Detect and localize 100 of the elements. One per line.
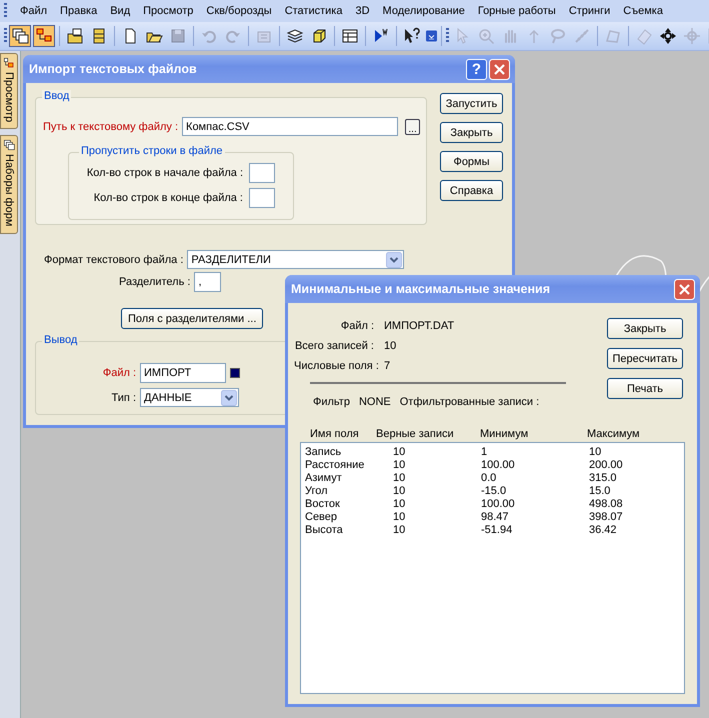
- grip-handle[interactable]: [446, 28, 449, 44]
- table-cell-text: Запись: [305, 446, 342, 459]
- info-value: 7: [384, 360, 392, 372]
- help-button[interactable]: ?: [466, 58, 487, 80]
- window-title: Импорт текстовых файлов: [29, 62, 197, 76]
- group-title: Пропустить строки в файле: [79, 145, 225, 157]
- dialog-button[interactable]: Формы: [440, 151, 503, 172]
- table-cell-text: 10: [393, 498, 406, 511]
- table-cell-text: 100.00: [481, 459, 516, 472]
- dialog-button[interactable]: Закрыть: [440, 122, 503, 143]
- table-cell-text: 398.07: [589, 511, 624, 524]
- play-icon[interactable]: [372, 27, 390, 45]
- combo-value: ДАННЫЕ: [144, 392, 192, 404]
- menu-item[interactable]: Вид: [110, 5, 130, 17]
- dock-tab-label: Наборы форм: [3, 154, 15, 227]
- menu-item[interactable]: Файл: [20, 5, 48, 17]
- menu-item[interactable]: Горные работы: [478, 5, 556, 17]
- table-cell-text: 315.0: [589, 472, 618, 485]
- dialog-button[interactable]: Закрыть: [607, 318, 683, 339]
- info-label: Всего записей :: [294, 340, 374, 352]
- field-label: Разделитель :: [119, 276, 190, 288]
- field-label: Кол-во строк в начале файла :: [86, 167, 243, 179]
- menu-item[interactable]: Моделирование: [382, 5, 465, 17]
- table-cell-text: Высота: [305, 524, 344, 537]
- table-cell-text: 1: [481, 446, 488, 459]
- table-cell-text: 15.0: [589, 485, 612, 498]
- move-icon[interactable]: [659, 27, 677, 45]
- browse-button[interactable]: ...: [405, 118, 420, 134]
- close-button[interactable]: [674, 278, 695, 300]
- window-title: Минимальные и максимальные значения: [291, 282, 550, 296]
- table-cell-text: Азимут: [305, 472, 343, 485]
- table-cell-text: 98.47: [481, 511, 510, 524]
- path-field[interactable]: Компас.CSV: [182, 117, 398, 136]
- menu-item[interactable]: Съемка: [623, 5, 663, 17]
- table-cell-text: Север: [305, 511, 338, 524]
- table-cell-text: 10: [393, 446, 406, 459]
- combo-value: РАЗДЕЛИТЕЛИ: [191, 254, 271, 266]
- table-cell-text: 10: [393, 511, 406, 524]
- table-cell-text: 10: [393, 485, 406, 498]
- table-cell-text: 200.00: [589, 459, 624, 472]
- dock-tab[interactable]: Наборы форм: [0, 135, 18, 234]
- delimited-fields-button[interactable]: Поля с разделителями ...: [121, 308, 264, 329]
- dropdown-button[interactable]: [221, 390, 237, 406]
- grip-handle[interactable]: [4, 28, 7, 44]
- table-cell-text: 10: [393, 524, 406, 537]
- column-header: Минимум: [480, 428, 530, 440]
- windows-icon: [3, 139, 15, 152]
- windows-icon[interactable]: [11, 27, 29, 45]
- filter-label: Фильтр: [313, 396, 350, 408]
- table-cell-text: 10: [393, 459, 406, 472]
- table-cell-text: 10: [589, 446, 602, 459]
- layers-icon[interactable]: [286, 27, 304, 45]
- menu-item[interactable]: Скв/борозды: [206, 5, 272, 17]
- group-title: Ввод: [42, 90, 72, 102]
- menu-item[interactable]: Стринги: [568, 5, 610, 17]
- table-cell-text: 100.00: [481, 498, 516, 511]
- filter-value: NONE: [358, 396, 391, 408]
- column-header: Имя поля: [310, 428, 360, 440]
- menu-item[interactable]: 3D: [355, 5, 370, 17]
- column-header: Максимум: [587, 428, 641, 440]
- table-cell-text: -15.0: [481, 485, 508, 498]
- group-title: Вывод: [42, 334, 80, 346]
- info-label: Файл :: [340, 320, 374, 332]
- field-label: Формат текстового файла :: [44, 254, 184, 266]
- menu-item[interactable]: Просмотр: [143, 5, 194, 17]
- table-icon[interactable]: [341, 27, 359, 45]
- table-cell-text: 498.08: [589, 498, 624, 511]
- dropdown-button[interactable]: [386, 252, 402, 268]
- filtered-records-label: Отфильтрованные записи :: [400, 396, 540, 408]
- number-field[interactable]: [249, 188, 275, 208]
- type-dropdown[interactable]: ДАННЫЕ: [140, 388, 239, 407]
- grip-handle[interactable]: [4, 3, 7, 19]
- dialog-button[interactable]: Печать: [607, 378, 683, 399]
- info-value: 10: [384, 340, 398, 352]
- table-cell-text: -51.94: [481, 524, 514, 537]
- table-cell-text: 0.0: [481, 472, 498, 485]
- separator-field[interactable]: ,: [194, 272, 222, 292]
- table-cell-text: Угол: [305, 485, 329, 498]
- number-field[interactable]: [249, 163, 275, 183]
- dock-tab[interactable]: Просмотр: [0, 53, 18, 130]
- close-button[interactable]: [489, 58, 510, 80]
- menu-item[interactable]: Статистика: [284, 5, 342, 17]
- field-label: Файл :: [102, 367, 136, 379]
- color-swatch[interactable]: [230, 368, 240, 378]
- help-pointer-icon[interactable]: [403, 27, 421, 45]
- folder-icon[interactable]: [66, 27, 84, 45]
- column-header: Верные записи: [376, 428, 455, 440]
- menu-item[interactable]: Правка: [60, 5, 98, 17]
- dialog-button[interactable]: Запустить: [440, 93, 503, 114]
- dialog-button[interactable]: Справка: [440, 180, 503, 201]
- format-dropdown[interactable]: РАЗДЕЛИТЕЛИ: [187, 250, 404, 269]
- field-label: Кол-во строк в конце файла :: [94, 192, 243, 204]
- info-value: ИМПОРТ.DAT: [384, 320, 456, 332]
- table-cell-text: Расстояние: [305, 459, 366, 472]
- field-label: Тип :: [110, 392, 136, 404]
- output-file-field[interactable]: ИМПОРТ: [140, 363, 226, 383]
- dialog-button[interactable]: Пересчитать: [607, 348, 683, 369]
- tree-icon: [3, 57, 15, 69]
- field-label: Путь к текстовому файлу :: [43, 120, 178, 132]
- table-cell-text: 10: [393, 472, 406, 485]
